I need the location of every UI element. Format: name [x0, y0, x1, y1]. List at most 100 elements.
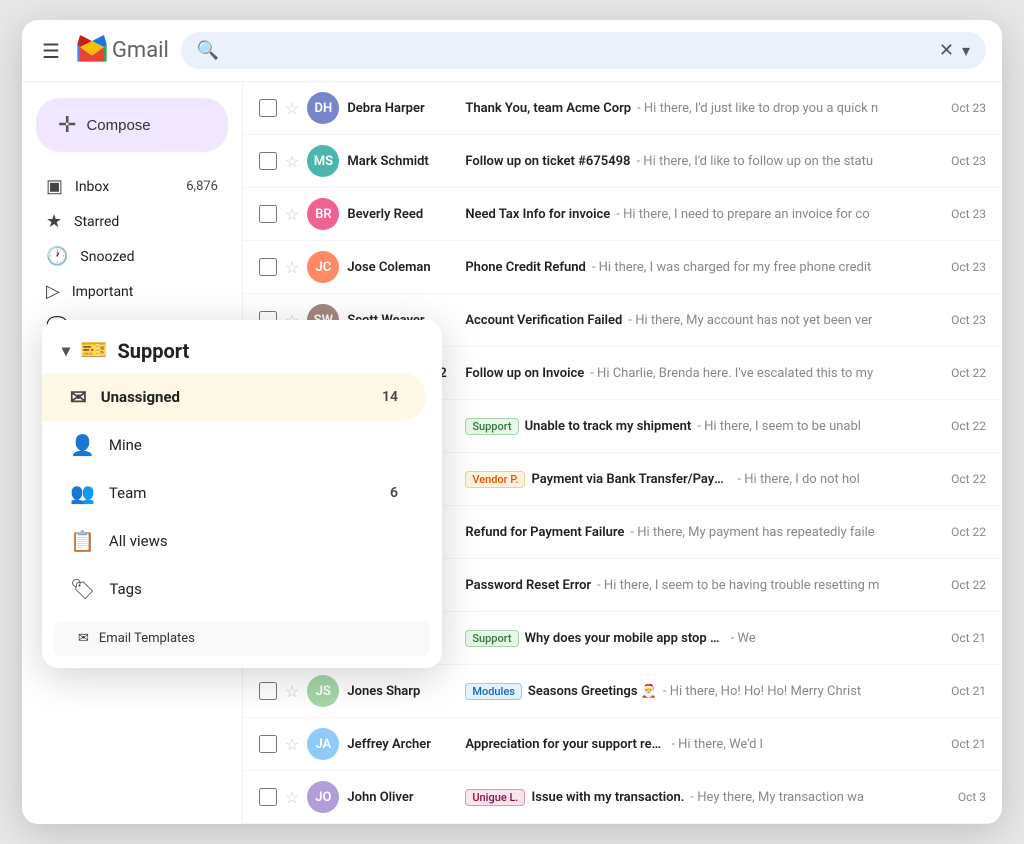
sidebar-item-starred[interactable]: ★ Starred [22, 205, 242, 238]
email-subject: Follow up on ticket #675498 [465, 154, 630, 169]
star-icon[interactable]: ☆ [285, 152, 299, 171]
star-icon[interactable]: ☆ [285, 788, 299, 807]
sender-name: Debra Harper [347, 101, 457, 116]
email-subject: Why does your mobile app stop working fr… [525, 631, 725, 646]
mine-icon: 👤 [70, 433, 95, 457]
all-views-label: All views [109, 532, 168, 550]
email-subject: Account Verification Failed [465, 313, 622, 328]
email-subject: Need Tax Info for invoice [465, 207, 610, 222]
table-row[interactable]: ☆ JA Jeffrey Archer Appreciation for you… [243, 718, 1002, 771]
email-body: Need Tax Info for invoice - Hi there, I … [465, 207, 935, 222]
table-row[interactable]: ☆ JC Jose Coleman Phone Credit Refund - … [243, 241, 1002, 294]
search-bar: 🔍 ✕ ▾ [181, 32, 986, 69]
email-checkbox[interactable] [259, 788, 277, 806]
email-templates-label: Email Templates [99, 631, 195, 646]
email-date: Oct 21 [951, 631, 986, 645]
star-icon[interactable]: ☆ [285, 99, 299, 118]
sender-name: Jose Coleman [347, 260, 457, 275]
table-row[interactable]: ☆ BR Beverly Reed Need Tax Info for invo… [243, 188, 1002, 241]
email-preview: - Hi there, We'd l [671, 737, 763, 752]
support-ticket-icon: 🎫 [80, 338, 107, 363]
email-date: Oct 23 [951, 260, 986, 274]
email-checkbox[interactable] [259, 99, 277, 117]
email-subject: Issue with my transaction. [531, 790, 684, 805]
support-collapse-icon[interactable]: ▾ [62, 341, 70, 360]
email-subject: Payment via Bank Transfer/PayPal [531, 472, 731, 487]
sidebar-item-inbox[interactable]: ▣ Inbox 6,876 [22, 170, 242, 203]
support-panel-header: ▾ 🎫 Support [42, 320, 442, 373]
email-tag: Support [465, 418, 518, 435]
support-nav-item-unassigned[interactable]: ✉ Unassigned 14 [42, 373, 426, 421]
email-body: Support Why does your mobile app stop wo… [465, 630, 935, 647]
email-preview: - Hi Charlie, Brenda here. I've escalate… [590, 366, 873, 381]
star-icon[interactable]: ☆ [285, 258, 299, 277]
support-nav-item-team[interactable]: 👥 Team 6 [42, 469, 426, 517]
email-tag: Support [465, 630, 518, 647]
email-date: Oct 21 [951, 684, 986, 698]
support-nav-item-mine[interactable]: 👤 Mine [42, 421, 426, 469]
email-templates-button[interactable]: ✉ Email Templates [54, 621, 430, 656]
sender-name: Mark Schmidt [347, 154, 457, 169]
support-nav-item-all-views[interactable]: 📋 All views [42, 517, 426, 565]
email-checkbox[interactable] [259, 152, 277, 170]
email-preview: - Hi there, I seem to be unabl [697, 419, 861, 434]
mine-label: Mine [109, 436, 142, 454]
search-input[interactable] [227, 42, 931, 60]
email-checkbox[interactable] [259, 735, 277, 753]
inbox-icon: ▣ [46, 176, 63, 197]
sender-name: Jeffrey Archer [347, 737, 457, 752]
support-nav: ✉ Unassigned 14 👤 Mine 👥 Team 6 📋 All vi… [42, 373, 442, 613]
email-preview: - Hey there, My transaction wa [690, 790, 864, 805]
email-body: Follow up on Invoice - Hi Charlie, Brend… [465, 366, 935, 381]
email-templates-icon: ✉ [78, 631, 89, 646]
email-date: Oct 22 [951, 472, 986, 486]
email-preview: - Hi there, My account has not yet been … [628, 313, 872, 328]
support-title: Support [117, 339, 189, 363]
email-date: Oct 22 [951, 366, 986, 380]
sender-name: Beverly Reed [347, 207, 457, 222]
compose-button[interactable]: ✛ Compose [36, 98, 228, 152]
search-dropdown-icon[interactable]: ▾ [962, 41, 970, 60]
email-preview: - Hi there, I'd just like to drop you a … [637, 101, 878, 116]
email-subject: Follow up on Invoice [465, 366, 584, 381]
email-body: Password Reset Error - Hi there, I seem … [465, 578, 935, 593]
unassigned-count: 14 [382, 389, 398, 405]
team-count: 6 [390, 485, 398, 501]
star-icon[interactable]: ☆ [285, 205, 299, 224]
table-row[interactable]: ☆ JS Jones Sharp Modules Seasons Greetin… [243, 665, 1002, 718]
hamburger-icon[interactable]: ☰ [38, 35, 64, 67]
sidebar-item-snoozed[interactable]: 🕐 Snoozed [22, 240, 242, 273]
email-tag: Modules [465, 683, 522, 700]
star-icon[interactable]: ☆ [285, 735, 299, 754]
email-body: Modules Seasons Greetings 🎅 - Hi there, … [465, 683, 935, 700]
sender-name: John Oliver [347, 790, 457, 805]
email-body: Follow up on ticket #675498 - Hi there, … [465, 154, 935, 169]
support-nav-item-tags[interactable]: 🏷 Tags [42, 565, 426, 613]
table-row[interactable]: ☆ MS Mark Schmidt Follow up on ticket #6… [243, 135, 1002, 188]
email-body: Vendor P. Payment via Bank Transfer/PayP… [465, 471, 935, 488]
email-checkbox[interactable] [259, 682, 277, 700]
email-preview: - Hi there, I do not hol [737, 472, 859, 487]
email-date: Oct 23 [951, 101, 986, 115]
star-icon[interactable]: ☆ [285, 682, 299, 701]
sidebar-item-important[interactable]: ▷ Important [22, 275, 242, 308]
tags-icon: 🏷 [70, 577, 95, 601]
table-row[interactable]: ☆ JO John Oliver Unigue L. Issue with my… [243, 771, 1002, 824]
avatar: DH [307, 92, 339, 124]
search-clear-icon[interactable]: ✕ [939, 40, 954, 61]
email-subject: Seasons Greetings 🎅 [528, 684, 657, 699]
table-row[interactable]: ☆ DH Debra Harper Thank You, team Acme C… [243, 82, 1002, 135]
email-date: Oct 23 [951, 313, 986, 327]
email-subject: Unable to track my shipment [525, 419, 692, 434]
email-body: Thank You, team Acme Corp - Hi there, I'… [465, 101, 935, 116]
starred-label: Starred [74, 214, 119, 230]
email-date: Oct 3 [958, 790, 986, 804]
avatar: BR [307, 198, 339, 230]
support-panel: ▾ 🎫 Support ✉ Unassigned 14 👤 Mine 👥 Tea… [42, 320, 442, 668]
email-body: Support Unable to track my shipment - Hi… [465, 418, 935, 435]
email-checkbox[interactable] [259, 258, 277, 276]
email-preview: - Hi there, I'd like to follow up on the… [636, 154, 873, 169]
team-label: Team [109, 484, 147, 502]
email-checkbox[interactable] [259, 205, 277, 223]
email-date: Oct 21 [951, 737, 986, 751]
